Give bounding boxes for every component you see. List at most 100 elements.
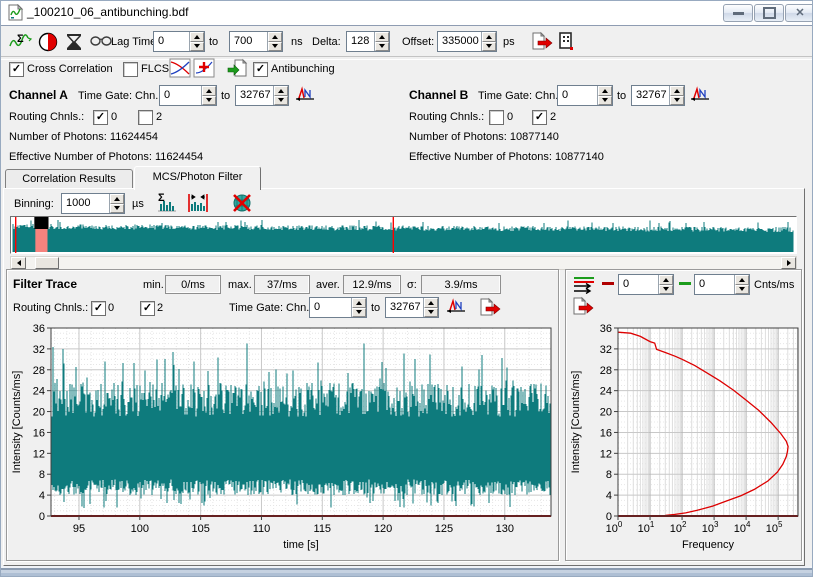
filter-routing-2-checkbox[interactable]: ✓ (140, 301, 155, 316)
overview-trace-chart[interactable] (11, 217, 796, 253)
close-button[interactable]: ✕ (785, 4, 813, 22)
spin-down-button[interactable] (659, 285, 673, 295)
upper-threshold-value[interactable]: 0 (695, 275, 734, 294)
spin-down-button[interactable] (190, 42, 204, 52)
lag-to-value[interactable]: 700 (230, 32, 267, 51)
binning-unit-label: µs (132, 196, 144, 212)
threshold-lines-button[interactable] (572, 274, 596, 297)
channel-a-gate-to-spinbox[interactable]: 32767 (235, 85, 289, 106)
fcs-add-button[interactable] (193, 58, 215, 81)
spin-down-button[interactable] (375, 42, 389, 52)
spin-up-button[interactable] (424, 298, 438, 308)
gate-to-value[interactable]: 32767 (632, 86, 669, 105)
spin-down-button[interactable] (110, 204, 124, 214)
spin-up-button[interactable] (202, 86, 216, 96)
preview-glasses-button[interactable] (89, 34, 113, 51)
channel-b-gate-from-spinbox[interactable]: 0 (557, 85, 613, 106)
scroll-left-button[interactable] (11, 257, 26, 269)
channel-b-gate-to-spinbox[interactable]: 32767 (631, 85, 685, 106)
fcs-plot-button[interactable] (169, 58, 191, 81)
channel-a-routing-0-checkbox[interactable]: ✓ (93, 110, 108, 125)
gate-from-value[interactable]: 0 (160, 86, 201, 105)
spin-up-button[interactable] (110, 194, 124, 204)
histogram-range-button[interactable] (186, 192, 210, 217)
gate-to-value[interactable]: 32767 (386, 298, 423, 317)
tab-mcs-photon-filter[interactable]: MCS/Photon Filter (134, 166, 261, 190)
spin-up-button[interactable] (659, 275, 673, 285)
delta-value[interactable]: 128 (347, 32, 374, 51)
close-document-button[interactable] (557, 31, 575, 54)
spin-down-button[interactable] (352, 308, 366, 318)
minimize-button[interactable] (723, 4, 753, 22)
mcs-trace-chart[interactable]: 0481216202428323695100105110115120125130… (9, 322, 558, 558)
channel-b-routing-2-checkbox[interactable]: ✓ (532, 110, 547, 125)
scroll-thumb[interactable] (35, 257, 59, 269)
correlate-sum-button[interactable]: Σ (9, 31, 33, 56)
filter-gate-to-spinbox[interactable]: 32767 (385, 297, 439, 318)
spin-down-button[interactable] (670, 96, 684, 106)
binning-spinbox[interactable]: 1000 (61, 193, 125, 214)
spin-down-button[interactable] (424, 308, 438, 318)
sum-histogram-button[interactable]: Σ (156, 192, 178, 217)
pie-timer-button[interactable] (37, 31, 59, 56)
delta-spinbox[interactable]: 128 (346, 31, 390, 52)
gate-from-value[interactable]: 0 (558, 86, 597, 105)
offset-spinbox[interactable]: 335000 (437, 31, 497, 52)
title-bar[interactable]: _100210_06_antibunching.bdf ✕ (1, 1, 812, 26)
spin-down-button[interactable] (202, 96, 216, 106)
lag-to-spinbox[interactable]: 700 (229, 31, 283, 52)
hourglass-button[interactable] (63, 31, 85, 56)
spin-up-button[interactable] (274, 86, 288, 96)
spin-up-button[interactable] (482, 32, 496, 42)
spin-up-button[interactable] (190, 32, 204, 42)
filter-routing-0-label: 0 (108, 300, 114, 316)
tab-correlation-results[interactable]: Correlation Results (5, 169, 133, 189)
channel-b-time-gate-button[interactable] (689, 85, 711, 108)
filter-export-button[interactable] (479, 297, 501, 320)
spin-up-button[interactable] (375, 32, 389, 42)
mdi-background-strip (1, 566, 812, 577)
upper-threshold-spinbox[interactable]: 0 (694, 274, 750, 295)
threshold-unit-label: Cnts/ms (754, 277, 794, 293)
up-arrow-icon (272, 35, 278, 39)
export-button[interactable] (531, 31, 553, 54)
spin-down-button[interactable] (598, 96, 612, 106)
channel-a-time-gate-button[interactable] (294, 85, 316, 108)
lag-from-spinbox[interactable]: 0 (153, 31, 205, 52)
channel-b-routing-0-checkbox[interactable] (489, 110, 504, 125)
down-arrow-icon (486, 44, 492, 48)
filter-time-gate-button[interactable] (445, 297, 467, 320)
discard-sphere-button[interactable] (231, 192, 253, 217)
spin-down-button[interactable] (482, 42, 496, 52)
gate-to-value[interactable]: 32767 (236, 86, 273, 105)
spin-down-button[interactable] (735, 285, 749, 295)
lower-threshold-value[interactable]: 0 (619, 275, 658, 294)
flcs-checkbox[interactable] (123, 62, 138, 77)
gate-from-value[interactable]: 0 (310, 298, 351, 317)
cross-correlation-checkbox[interactable]: ✓ (9, 62, 24, 77)
import-document-button[interactable] (227, 58, 249, 81)
spin-up-button[interactable] (670, 86, 684, 96)
filter-routing-0-checkbox[interactable]: ✓ (91, 301, 106, 316)
scroll-right-button[interactable] (781, 257, 796, 269)
filter-gate-from-spinbox[interactable]: 0 (309, 297, 367, 318)
antibunching-checkbox[interactable]: ✓ (253, 62, 268, 77)
binning-value[interactable]: 1000 (62, 194, 109, 213)
overview-scrollbar[interactable] (10, 256, 797, 270)
spin-up-button[interactable] (268, 32, 282, 42)
spin-down-button[interactable] (268, 42, 282, 52)
lag-from-value[interactable]: 0 (154, 32, 189, 51)
histogram-export-button[interactable] (572, 296, 594, 319)
restore-button[interactable] (754, 4, 784, 22)
offset-value[interactable]: 335000 (438, 32, 481, 51)
spin-up-button[interactable] (735, 275, 749, 285)
overview-trace-strip[interactable] (10, 216, 797, 254)
channel-a-routing-2-checkbox[interactable] (138, 110, 153, 125)
spin-down-button[interactable] (274, 96, 288, 106)
channel-a-gate-from-spinbox[interactable]: 0 (159, 85, 217, 106)
up-arrow-icon (206, 89, 212, 93)
intensity-histogram-chart[interactable]: 04812162024283236100101102103104105Frequ… (568, 322, 801, 558)
lower-threshold-spinbox[interactable]: 0 (618, 274, 674, 295)
spin-up-button[interactable] (352, 298, 366, 308)
spin-up-button[interactable] (598, 86, 612, 96)
